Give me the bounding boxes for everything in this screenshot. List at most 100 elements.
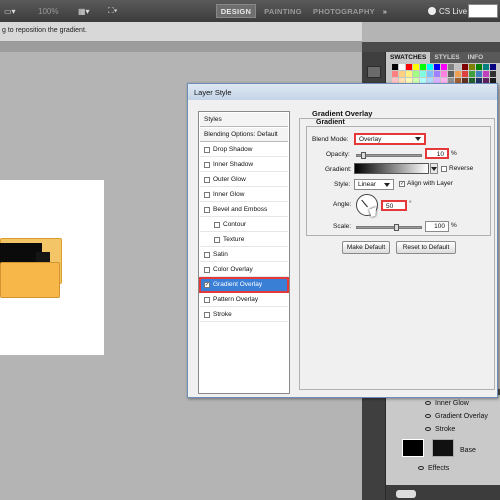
style-checkbox[interactable] (204, 191, 210, 198)
style-item-texture[interactable]: Texture (200, 233, 288, 247)
swatch[interactable] (406, 64, 412, 70)
style-checkbox[interactable] (204, 146, 210, 153)
style-item-color-overlay[interactable]: Color Overlay (200, 263, 288, 277)
gradient-style-select[interactable]: Linear (354, 179, 394, 190)
history-icon[interactable] (367, 66, 381, 78)
screen-mode-icon[interactable]: ⛶▾ (108, 4, 118, 18)
arrange-documents-icon[interactable]: ▦▾ (78, 4, 90, 18)
workspace-design[interactable]: DESIGN (216, 4, 256, 18)
style-checkbox[interactable] (204, 311, 210, 318)
opacity-slider-handle[interactable] (360, 152, 366, 159)
gradient-preview[interactable] (354, 163, 429, 174)
eye-icon[interactable] (425, 414, 431, 418)
reset-to-default-button[interactable]: Reset to Default (396, 241, 456, 254)
eye-icon[interactable] (425, 427, 431, 431)
style-checkbox[interactable] (204, 206, 210, 213)
reverse-checkbox[interactable]: Reverse (441, 165, 473, 172)
tab-info[interactable]: INFO (464, 52, 488, 63)
workspace-photography[interactable]: PHOTOGRAPHY (313, 4, 375, 18)
effect-row-inner-glow[interactable]: Inner Glow (425, 397, 469, 409)
swatch[interactable] (413, 71, 419, 77)
swatch[interactable] (427, 71, 433, 77)
tab-styles[interactable]: STYLES (430, 52, 463, 63)
style-item-inner-shadow[interactable]: Inner Shadow (200, 158, 288, 172)
swatch[interactable] (448, 71, 454, 77)
document-tabstrip[interactable] (0, 42, 362, 52)
swatch[interactable] (455, 64, 461, 70)
style-item-pattern-overlay[interactable]: Pattern Overlay (200, 293, 288, 307)
swatch[interactable] (392, 64, 398, 70)
style-checkbox[interactable] (214, 236, 220, 243)
swatch[interactable] (490, 71, 496, 77)
swatch[interactable] (399, 64, 405, 70)
search-input[interactable] (468, 4, 498, 18)
scale-slider-handle[interactable] (394, 224, 399, 231)
style-checkbox[interactable] (214, 221, 220, 228)
swatch[interactable] (462, 71, 468, 77)
swatch[interactable] (462, 64, 468, 70)
style-item-bevel-and-emboss[interactable]: Bevel and Emboss (200, 203, 288, 217)
zoom-level[interactable]: 100% (38, 4, 58, 18)
style-checkbox[interactable] (204, 296, 210, 303)
style-item-styles[interactable]: Styles (200, 113, 288, 127)
style-item-satin[interactable]: Satin (200, 248, 288, 262)
style-item-gradient-overlay[interactable]: ✓ Gradient Overlay (199, 277, 289, 293)
style-checkbox[interactable] (204, 161, 210, 168)
style-checkbox[interactable]: ✓ (204, 281, 210, 288)
swatch[interactable] (413, 64, 419, 70)
swatch[interactable] (483, 64, 489, 70)
style-item-inner-glow[interactable]: Inner Glow (200, 188, 288, 202)
eye-icon[interactable] (418, 466, 424, 470)
reverse-checkbox-box[interactable] (441, 165, 447, 172)
effect-row-gradient-overlay[interactable]: Gradient Overlay (425, 410, 488, 422)
style-item-stroke[interactable]: Stroke (200, 308, 288, 322)
layer-name[interactable]: Base (460, 447, 476, 454)
scale-input[interactable]: 100 (425, 221, 449, 232)
swatch[interactable] (392, 71, 398, 77)
style-item-drop-shadow[interactable]: Drop Shadow (200, 143, 288, 157)
swatch[interactable] (476, 71, 482, 77)
eye-icon[interactable] (425, 401, 431, 405)
swatch[interactable] (469, 71, 475, 77)
swatch[interactable] (455, 71, 461, 77)
style-checkbox[interactable] (204, 176, 210, 183)
gradient-dropdown[interactable] (430, 163, 438, 174)
opacity-input[interactable]: 10 (425, 148, 449, 159)
swatch[interactable] (399, 71, 405, 77)
swatch[interactable] (406, 71, 412, 77)
swatch[interactable] (476, 64, 482, 70)
swatch[interactable] (469, 64, 475, 70)
angle-input[interactable]: 50 (381, 200, 407, 211)
tab-swatches[interactable]: SWATCHES (386, 52, 431, 63)
style-item-label: Gradient Overlay (213, 281, 263, 288)
scale-slider[interactable] (356, 226, 422, 229)
style-checkbox[interactable] (204, 251, 210, 258)
workspace-painting[interactable]: PAINTING (262, 4, 304, 18)
align-checkbox-box[interactable]: ✓ (399, 180, 405, 187)
align-with-layer-checkbox[interactable]: ✓ Align with Layer (399, 180, 453, 187)
effect-row-stroke[interactable]: Stroke (425, 423, 455, 435)
swatch[interactable] (434, 71, 440, 77)
swatch[interactable] (448, 64, 454, 70)
swatch[interactable] (420, 64, 426, 70)
style-item-contour[interactable]: Contour (200, 218, 288, 232)
blend-mode-select[interactable]: Overlay (354, 133, 426, 145)
swatch[interactable] (483, 71, 489, 77)
swatch[interactable] (441, 64, 447, 70)
view-extras-icon[interactable]: ▭▾ (4, 4, 16, 18)
swatch[interactable] (490, 64, 496, 70)
swatch[interactable] (434, 64, 440, 70)
horizontal-scrollbar[interactable] (396, 490, 416, 498)
opacity-unit: % (451, 150, 457, 157)
swatch[interactable] (427, 64, 433, 70)
style-checkbox[interactable] (204, 266, 210, 273)
swatch[interactable] (441, 71, 447, 77)
swatch[interactable] (420, 71, 426, 77)
make-default-button[interactable]: Make Default (342, 241, 390, 254)
tool-hint: g to reposition the gradient. (2, 27, 87, 34)
effects-row[interactable]: Effects (418, 462, 449, 474)
style-item-outer-glow[interactable]: Outer Glow (200, 173, 288, 187)
more-workspaces-button[interactable]: » (378, 4, 392, 18)
opacity-slider[interactable] (356, 154, 422, 157)
style-item-blending-options-default[interactable]: Blending Options: Default (200, 128, 288, 142)
